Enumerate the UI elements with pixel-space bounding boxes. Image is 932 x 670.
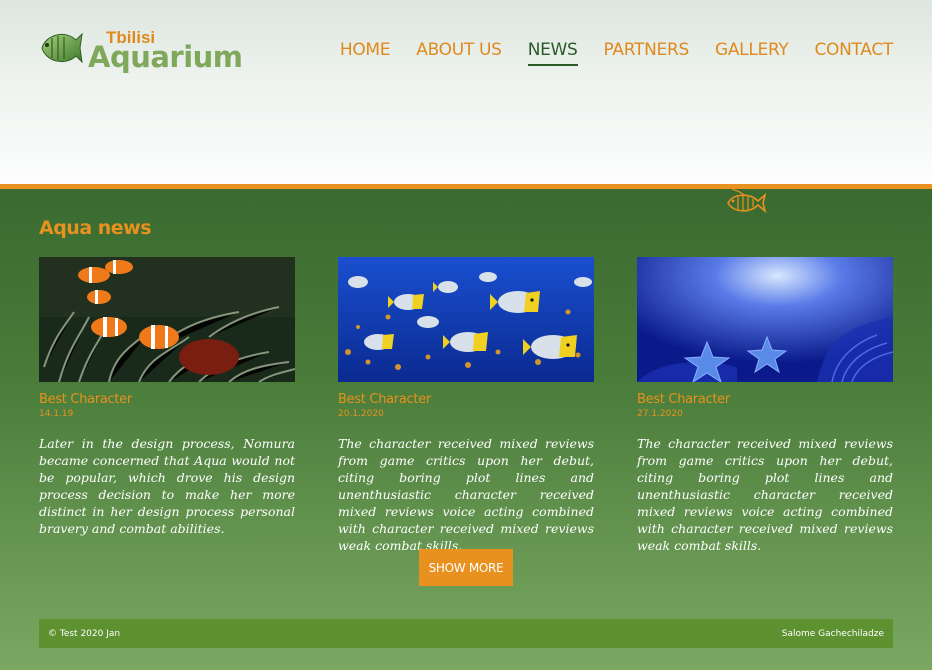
fish-logo-icon xyxy=(41,32,83,64)
clownfish-image[interactable] xyxy=(39,257,295,382)
section-title: Aqua news xyxy=(39,217,152,239)
site-logo[interactable]: Tbilisi Aquarium xyxy=(38,26,243,76)
site-footer: © Test 2020 Jan Salome Gachechiladze xyxy=(39,619,893,648)
card-date: 27.1.2020 xyxy=(637,409,683,419)
card-title[interactable]: Best Character xyxy=(338,392,594,407)
card-title[interactable]: Best Character xyxy=(39,392,295,407)
site-header: Tbilisi Aquarium HOME ABOUT US NEWS PART… xyxy=(0,0,932,186)
author-name: Salome Gachechiladze xyxy=(781,628,884,639)
card-date: 14.1.19 xyxy=(39,409,74,419)
fish-outline-icon xyxy=(727,188,767,214)
copyright-text: © Test 2020 Jan xyxy=(48,628,121,639)
card-text: The character received mixed reviews fro… xyxy=(338,436,594,553)
logo-name-text: Aquarium xyxy=(88,40,243,74)
news-card: Best Character 27.1.2020 The character r… xyxy=(637,257,893,554)
card-title[interactable]: Best Character xyxy=(637,392,893,407)
card-date: 20.1.2020 xyxy=(338,409,384,419)
nav-partners[interactable]: PARTNERS xyxy=(604,40,690,66)
nav-home[interactable]: HOME xyxy=(340,40,391,66)
nav-gallery[interactable]: GALLERY xyxy=(715,40,789,66)
card-text: Later in the design process, Nomura beca… xyxy=(39,436,295,536)
news-card: Best Character 20.1.2020 The character r… xyxy=(338,257,594,554)
news-card: Best Character 14.1.19 Later in the desi… xyxy=(39,257,295,537)
nav-about-us[interactable]: ABOUT US xyxy=(416,40,502,66)
nav-news[interactable]: NEWS xyxy=(527,40,578,66)
card-text: The character received mixed reviews fro… xyxy=(637,436,893,553)
starfish-image[interactable] xyxy=(637,257,893,382)
show-more-button[interactable]: SHOW MORE xyxy=(419,549,513,586)
main-nav: HOME ABOUT US NEWS PARTNERS GALLERY CONT… xyxy=(340,40,893,66)
nav-contact[interactable]: CONTACT xyxy=(814,40,893,66)
tropical-fish-image[interactable] xyxy=(338,257,594,382)
